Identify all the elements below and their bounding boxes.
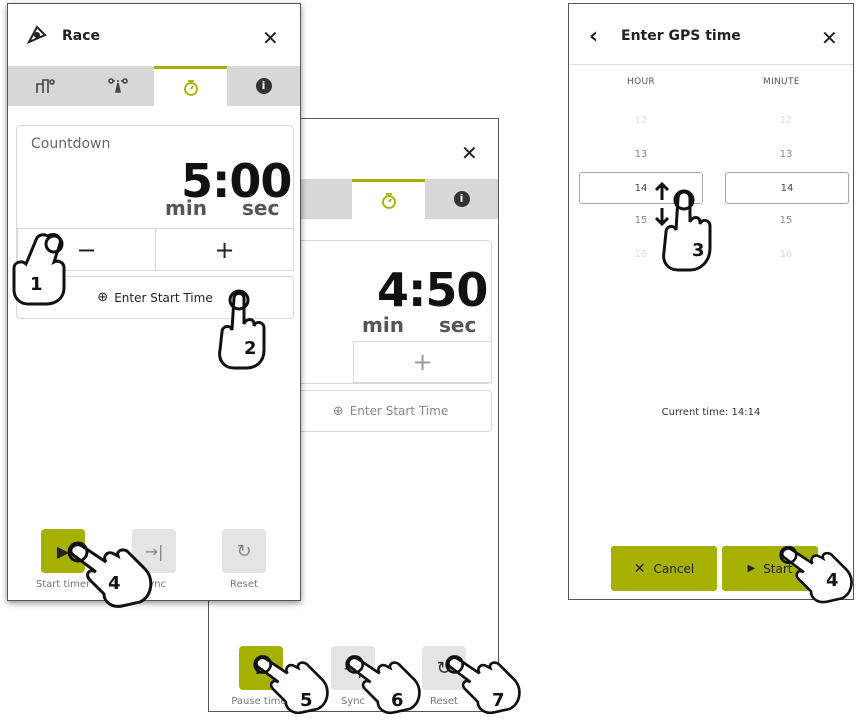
header-divider: [569, 64, 853, 65]
step-number-6: 6: [391, 690, 404, 711]
step-number-4: 4: [108, 573, 121, 594]
gps-time-panel: ‹ Enter GPS time ✕ HOUR MINUTE 12 13 14 …: [568, 3, 854, 600]
enter-start-time-label: Enter Start Time: [349, 404, 449, 418]
tab-bar: i: [8, 66, 300, 106]
globe-icon: ⊕: [332, 403, 344, 419]
enter-start-time-label: Enter Start Time: [114, 290, 213, 305]
plus-button[interactable]: +: [353, 341, 492, 383]
race-flag-icon: [26, 25, 47, 45]
countdown-label: Countdown: [31, 136, 111, 152]
unit-min: min: [165, 196, 207, 220]
tab-stats[interactable]: [8, 66, 81, 106]
info-icon: i: [255, 78, 272, 94]
plus-button[interactable]: +: [155, 228, 294, 271]
cancel-label: Cancel: [653, 561, 695, 576]
unit-min: min: [362, 313, 404, 337]
countdown-time: 4:50: [377, 263, 488, 317]
minute-selected[interactable]: 14: [725, 172, 849, 204]
close-icon: ✕: [633, 560, 646, 577]
pointing-hand-icon: [12, 232, 66, 306]
play-icon: ▶: [747, 563, 756, 574]
enter-start-time-button[interactable]: ⊕ Enter Start Time: [289, 390, 492, 432]
tab-timer[interactable]: [352, 179, 425, 219]
unit-sec: sec: [439, 313, 477, 337]
reset-label: Reset: [230, 579, 258, 590]
step-number-5: 5: [300, 690, 313, 711]
tab-timer[interactable]: [154, 66, 227, 106]
step-number-2: 2: [244, 338, 257, 359]
hour-option[interactable]: 13: [626, 149, 656, 160]
hour-option[interactable]: 12: [626, 115, 656, 126]
minute-option[interactable]: 15: [771, 215, 801, 226]
minute-column-label: MINUTE: [763, 77, 800, 87]
minute-option[interactable]: 16: [771, 249, 801, 260]
tab-info[interactable]: i: [425, 179, 498, 219]
minute-option[interactable]: 13: [771, 149, 801, 160]
close-icon[interactable]: ✕: [461, 143, 478, 163]
current-time: Current time: 14:14: [661, 407, 761, 418]
pointing-hand-icon: [779, 545, 853, 604]
back-icon[interactable]: ‹: [589, 26, 598, 48]
close-icon[interactable]: ✕: [262, 28, 279, 48]
close-icon[interactable]: ✕: [821, 28, 838, 48]
reset-button[interactable]: ↻: [222, 529, 266, 573]
cancel-button[interactable]: ✕ Cancel: [611, 546, 717, 591]
step-number-3: 3: [692, 240, 705, 261]
panel-title: Race: [62, 28, 101, 44]
panel-title: Enter GPS time: [621, 28, 741, 44]
pointing-hand-icon: [445, 655, 521, 715]
pointing-hand-icon: [253, 655, 329, 715]
tab-course[interactable]: [81, 66, 154, 106]
step-number-4: 4: [826, 570, 839, 591]
tab-info[interactable]: i: [227, 66, 300, 106]
marks-icon: [107, 78, 128, 93]
unit-sec: sec: [242, 196, 280, 220]
stopwatch-icon: [183, 79, 198, 96]
minute-option[interactable]: 12: [771, 115, 801, 126]
pointing-hand-icon: [345, 655, 421, 715]
stopwatch-icon: [381, 192, 396, 209]
stats-icon: [35, 79, 55, 93]
reset-icon: ↻: [236, 540, 252, 562]
hour-column-label: HOUR: [627, 77, 655, 87]
step-number-1: 1: [30, 274, 43, 295]
pointing-hand-icon: [218, 289, 266, 370]
globe-icon: ⊕: [97, 290, 109, 305]
step-number-7: 7: [492, 690, 505, 711]
info-icon: i: [453, 191, 470, 207]
